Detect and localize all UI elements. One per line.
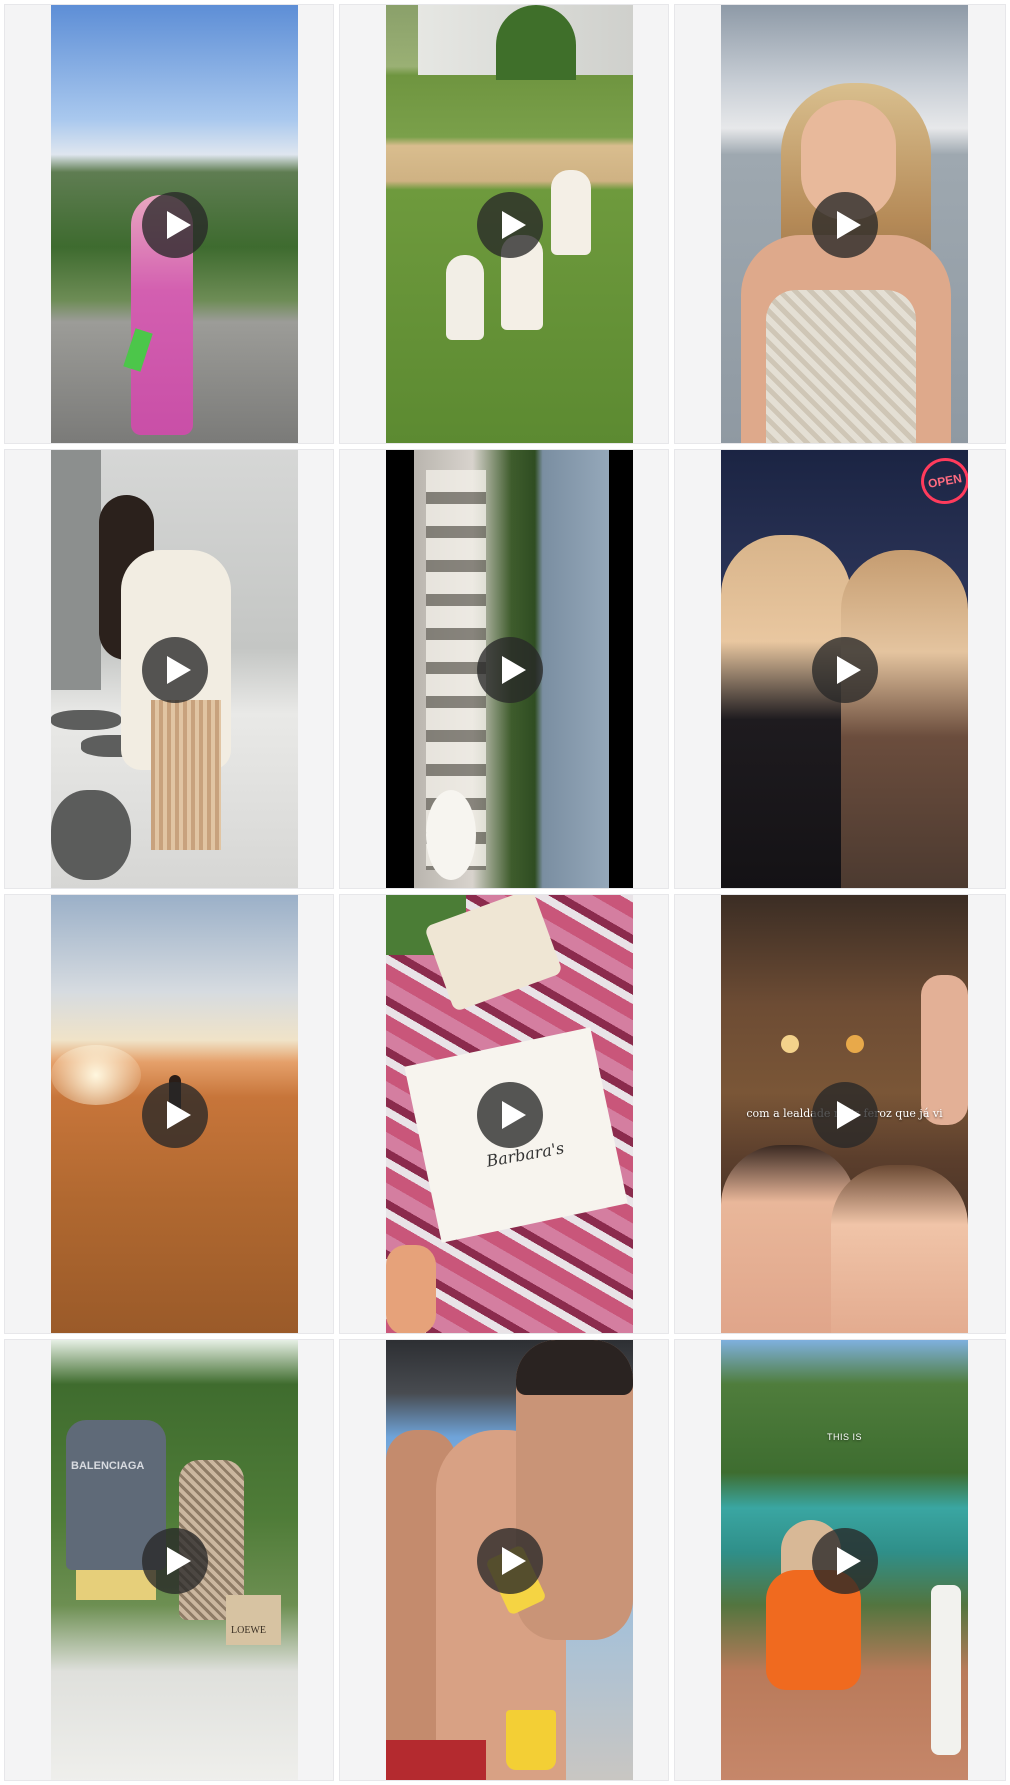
grid-item[interactable]: THIS IS (674, 1339, 1006, 1781)
grid-item[interactable] (4, 894, 334, 1334)
grid-item[interactable] (4, 449, 334, 889)
video-grid: OPEN Barbara's com a lealdade feroz que … (0, 0, 1010, 1785)
grid-item[interactable]: BALENCIAGA LOEWE (4, 1339, 334, 1781)
play-icon[interactable] (141, 1082, 208, 1148)
grid-item[interactable] (339, 449, 669, 889)
grid-item[interactable] (339, 4, 669, 444)
play-icon[interactable] (141, 1528, 208, 1594)
grid-item[interactable] (339, 1339, 669, 1781)
video-thumbnail[interactable]: Barbara's (386, 895, 633, 1333)
grid-item[interactable]: com a lealdade mais feroz que já vi (674, 894, 1006, 1334)
shirt-text: BALENCIAGA (71, 1460, 145, 1472)
video-thumbnail[interactable] (51, 5, 298, 443)
grid-item[interactable] (674, 4, 1006, 444)
video-thumbnail[interactable] (51, 450, 298, 888)
play-icon[interactable] (476, 637, 543, 703)
video-thumbnail[interactable] (51, 895, 298, 1333)
video-thumbnail[interactable]: BALENCIAGA LOEWE (51, 1340, 298, 1780)
bag-text: LOEWE (231, 1625, 266, 1636)
video-thumbnail[interactable]: OPEN (721, 450, 968, 888)
video-thumbnail[interactable]: com a lealdade mais feroz que já vi (721, 895, 968, 1333)
play-icon[interactable] (811, 192, 878, 258)
play-icon[interactable] (476, 192, 543, 258)
video-thumbnail[interactable] (386, 450, 633, 888)
play-icon[interactable] (811, 1528, 878, 1594)
play-icon[interactable] (141, 192, 208, 258)
open-sign: OPEN (917, 454, 968, 508)
video-thumbnail[interactable] (386, 5, 633, 443)
video-thumbnail[interactable]: THIS IS (721, 1340, 968, 1780)
play-icon[interactable] (476, 1528, 543, 1594)
video-thumbnail[interactable] (721, 5, 968, 443)
grid-item[interactable] (4, 4, 334, 444)
grid-item[interactable]: Barbara's (339, 894, 669, 1334)
grid-item[interactable]: OPEN (674, 449, 1006, 889)
play-icon[interactable] (811, 637, 878, 703)
play-icon[interactable] (476, 1082, 543, 1148)
video-caption: THIS IS (826, 1432, 862, 1442)
play-icon[interactable] (141, 637, 208, 703)
play-icon[interactable] (811, 1082, 878, 1148)
video-thumbnail[interactable] (386, 1340, 633, 1780)
